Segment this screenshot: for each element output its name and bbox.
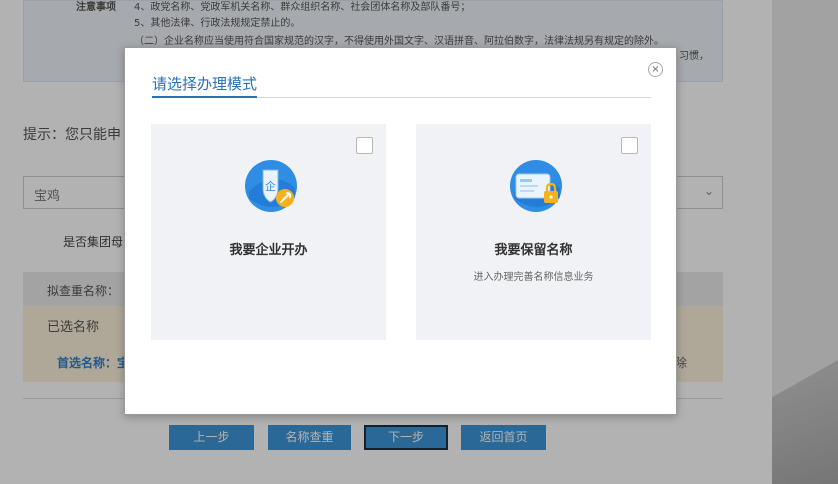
option-label-reserve-name: 我要保留名称: [494, 243, 573, 258]
close-icon[interactable]: ×: [648, 62, 663, 77]
option-checkbox-reserve-name[interactable]: [621, 137, 638, 154]
mode-select-modal: × 请选择办理模式 企 我要企业开办 我要保留名称 进入办理完善名称信息业务: [124, 47, 677, 415]
id-card-lock-icon: [510, 160, 562, 212]
modal-title: 请选择办理模式: [152, 75, 258, 93]
option-card-reserve-name[interactable]: 我要保留名称 进入办理完善名称信息业务: [416, 124, 651, 340]
svg-text:企: 企: [265, 179, 276, 193]
enterprise-shield-wrench-icon: 企: [245, 160, 297, 212]
option-label-enterprise-start: 我要企业开办: [229, 243, 308, 258]
option-subtitle-reserve-name: 进入办理完善名称信息业务: [473, 272, 594, 283]
option-card-enterprise-start[interactable]: 企 我要企业开办: [151, 124, 386, 340]
modal-title-underline: [152, 96, 257, 98]
option-checkbox-enterprise-start[interactable]: [356, 137, 373, 154]
